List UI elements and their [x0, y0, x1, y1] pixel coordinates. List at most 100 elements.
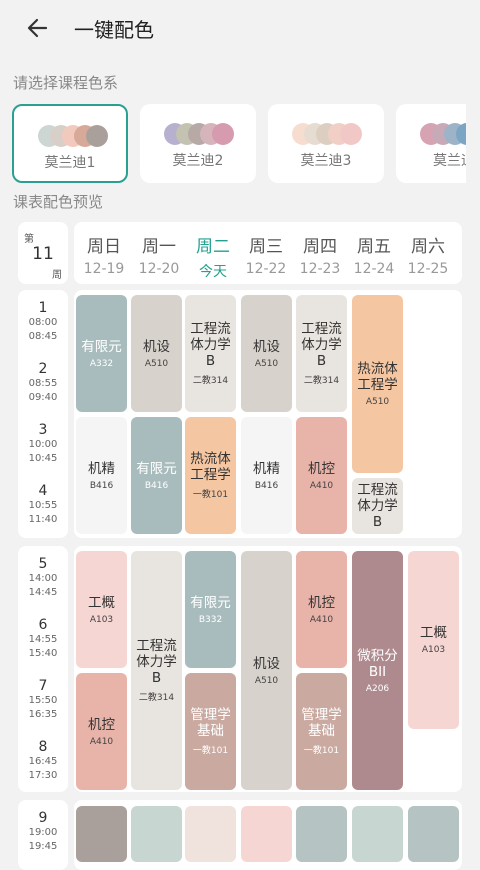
course-block[interactable] — [185, 806, 236, 862]
day-column-header[interactable]: 周五 12-24 — [348, 232, 400, 277]
course-block[interactable]: 工概 A103 — [76, 551, 127, 668]
course-block[interactable] — [296, 806, 347, 862]
course-name: 管理学基础 — [301, 707, 342, 739]
day-column-header[interactable]: 周日 12-19 — [78, 232, 130, 277]
course-block[interactable]: 机设 A510 — [241, 295, 292, 412]
color-swatch — [212, 123, 234, 145]
course-block[interactable]: 有限元 B332 — [185, 551, 236, 668]
course-block[interactable]: 机精 B416 — [241, 417, 292, 534]
period-label: 6 14:55 15:40 — [20, 617, 66, 661]
scheme-swatches — [38, 125, 108, 147]
scheme-name: 莫兰迪1 — [44, 155, 96, 171]
course-block[interactable]: 机设 A510 — [131, 295, 182, 412]
course-block[interactable] — [76, 806, 127, 862]
period-number: 9 — [38, 810, 48, 826]
course-block[interactable]: 热流体工程学 A510 — [352, 295, 403, 473]
course-room: 一教101 — [192, 746, 229, 756]
course-name: 机控 — [88, 716, 115, 733]
course-name: 机设 — [143, 338, 170, 355]
course-name: 工程流体力学B — [301, 321, 342, 369]
day-name: 周四 — [303, 237, 337, 257]
course-block[interactable] — [131, 806, 182, 862]
course-block[interactable]: 管理学基础一教101 — [185, 673, 236, 790]
period-end: 16:35 — [28, 709, 58, 720]
day-column-header[interactable]: 周四 12-23 — [294, 232, 346, 277]
period-number: 8 — [38, 739, 48, 755]
course-block[interactable]: 工概 A103 — [408, 551, 459, 729]
course-name: 机设 — [253, 655, 280, 672]
course-block[interactable] — [408, 806, 459, 862]
color-swatch — [86, 125, 108, 147]
color-swatch — [340, 123, 362, 145]
course-room: B416 — [144, 480, 169, 491]
period-label: 4 10:55 11:40 — [20, 483, 66, 527]
course-room: A206 — [365, 683, 390, 694]
course-block[interactable]: 工程流体力学B — [352, 478, 403, 534]
period-number: 6 — [38, 617, 48, 633]
scheme-card-3[interactable]: 莫兰迪3 — [268, 104, 384, 183]
course-room: 二教314 — [303, 376, 340, 386]
course-name: 机控 — [308, 460, 335, 477]
day-column-header-today[interactable]: 周二 今天 — [187, 232, 239, 281]
scheme-name: 莫兰迪3 — [300, 153, 352, 169]
scheme-card-2[interactable]: 莫兰迪2 — [140, 104, 256, 183]
day-column-header[interactable]: 周一 12-20 — [133, 232, 185, 277]
period-label: 3 10:00 10:45 — [20, 422, 66, 466]
day-column-header[interactable]: 周六 12-25 — [402, 232, 454, 277]
period-start: 08:55 — [28, 378, 58, 389]
course-name: 工程流体力学B — [136, 638, 177, 686]
day-column-header[interactable]: 周三 12-22 — [240, 232, 292, 277]
period-end: 14:45 — [28, 587, 58, 598]
course-block[interactable]: 机精 B416 — [76, 417, 127, 534]
period-number: 4 — [38, 483, 48, 499]
period-number: 3 — [38, 422, 48, 438]
course-block[interactable]: 有限元 A332 — [76, 295, 127, 412]
course-room: A410 — [309, 614, 334, 625]
course-block[interactable] — [241, 806, 292, 862]
course-room: A103 — [421, 645, 446, 655]
course-room: 一教101 — [192, 490, 229, 500]
course-name: 管理学基础 — [190, 707, 231, 739]
course-block[interactable] — [352, 806, 403, 862]
period-start: 10:55 — [28, 500, 58, 511]
day-name: 周三 — [249, 237, 283, 257]
course-block[interactable]: 有限元 B416 — [131, 417, 182, 534]
course-block[interactable]: 机设 A510 — [241, 551, 292, 790]
day-name: 周一 — [142, 237, 176, 257]
week-prefix: 第 — [24, 234, 34, 245]
course-name: 机精 — [253, 460, 280, 477]
course-block[interactable]: 工程流体力学B 二教314 — [131, 551, 182, 790]
week-number: 11 — [32, 244, 54, 264]
period-number: 2 — [38, 361, 48, 377]
day-date: 12-25 — [407, 261, 449, 277]
day-date: 12-19 — [83, 261, 125, 277]
scheme-card-1[interactable]: 莫兰迪1 — [12, 104, 128, 183]
period-end: 17:30 — [28, 770, 58, 781]
course-block[interactable]: 管理学基础 一教101 — [296, 673, 347, 790]
course-name: 机精 — [88, 460, 115, 477]
course-block[interactable]: 热流体工程学 一教101 — [185, 417, 236, 534]
week-suffix: 周 — [52, 270, 62, 281]
course-block[interactable]: 机控 A410 — [296, 551, 347, 668]
course-block[interactable]: 工程流体力学B 二教314 — [185, 295, 236, 412]
course-name: 有限元 — [136, 460, 177, 477]
scheme-card-4[interactable]: 莫兰迪 — [396, 104, 466, 183]
day-date: 12-23 — [299, 261, 341, 277]
period-label: 1 08:00 08:45 — [20, 300, 66, 344]
back-arrow-icon[interactable] — [22, 12, 54, 44]
course-block[interactable]: 微积分BII A206 — [352, 551, 403, 790]
course-block[interactable]: 机控 A410 — [76, 673, 127, 790]
period-label: 5 14:00 14:45 — [20, 556, 66, 600]
period-label: 9 19:00 19:45 — [20, 810, 66, 854]
day-date: 12-20 — [138, 261, 180, 277]
period-number: 5 — [38, 556, 48, 572]
course-room: A103 — [89, 614, 114, 625]
top-bar — [0, 0, 480, 56]
course-block[interactable]: 机控 A410 — [296, 417, 347, 534]
period-start: 10:00 — [28, 439, 58, 450]
course-block[interactable]: 工程流体力学B 二教314 — [296, 295, 347, 412]
day-date: 12-22 — [245, 261, 287, 277]
course-room: A410 — [309, 480, 334, 491]
course-room: B416 — [89, 480, 114, 491]
course-room: B416 — [254, 480, 279, 491]
